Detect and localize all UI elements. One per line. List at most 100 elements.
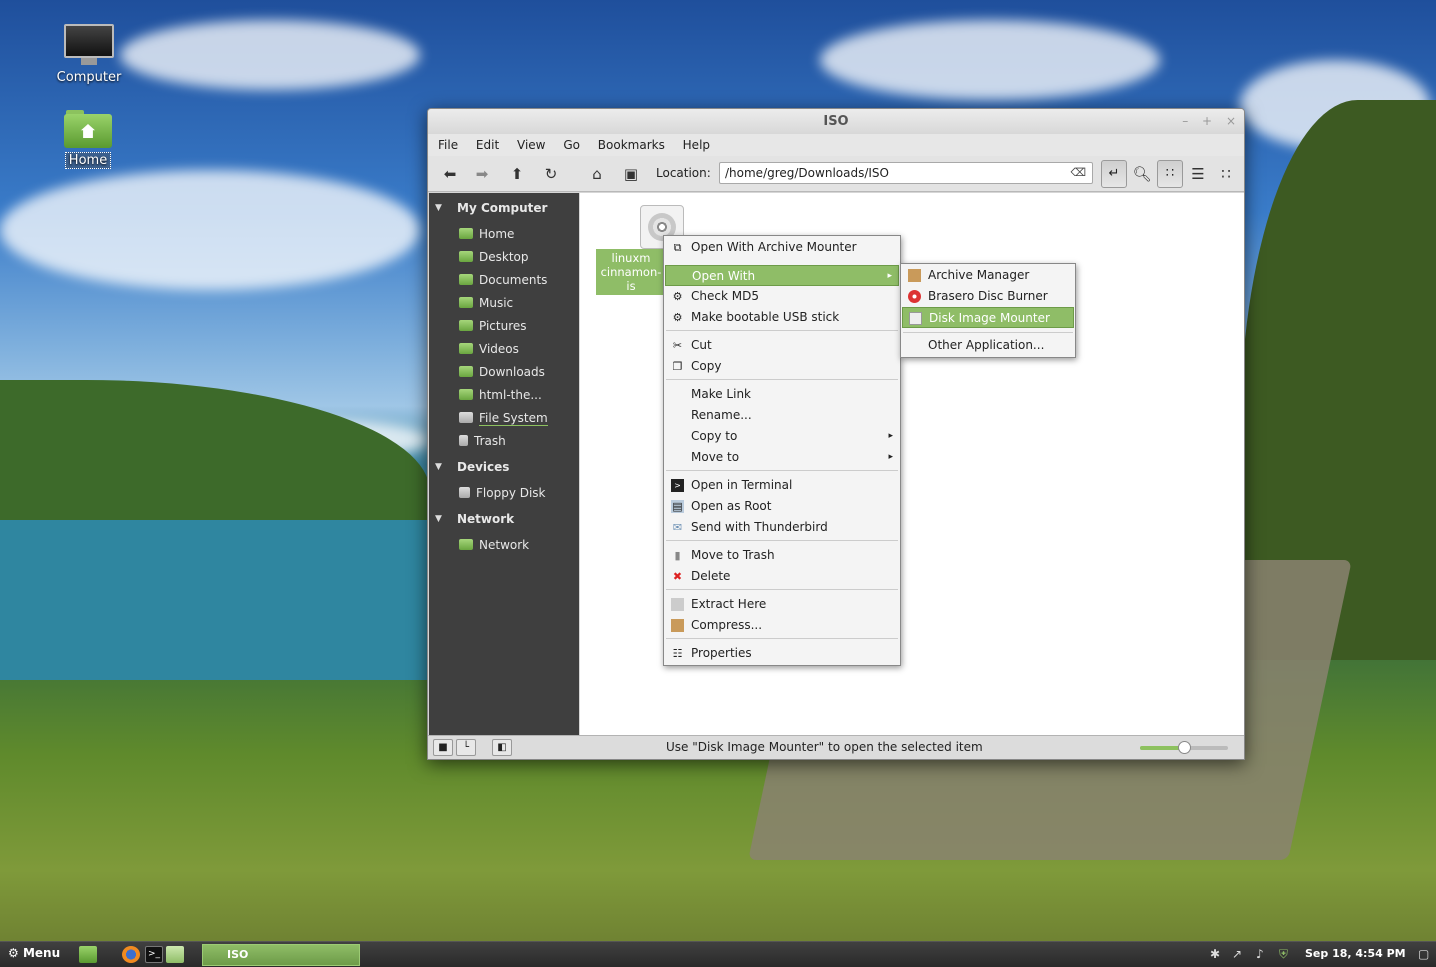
menu-view[interactable]: View (517, 138, 545, 152)
menu-item-copy-to[interactable]: Copy to ▸ (665, 426, 899, 447)
sidebar-item-music[interactable]: Music (459, 294, 513, 312)
menu-item-open-with-archive-mounter[interactable]: ⧉ Open With Archive Mounter (665, 237, 899, 258)
menu-item-label: Check MD5 (691, 289, 759, 303)
minimize-button[interactable]: – (1182, 114, 1188, 128)
computer-icon[interactable]: ▣ (620, 164, 642, 184)
desktop-icon-home[interactable]: Home (43, 108, 133, 169)
sidebar-item-home[interactable]: Home (459, 225, 514, 243)
menu-item-send-with-thunderbird[interactable]: ✉ Send with Thunderbird (665, 517, 899, 538)
file-label-line: cinnamon- (600, 265, 662, 279)
titlebar[interactable]: ISO – + × (428, 109, 1244, 134)
list-view-icon[interactable]: ☰ (1187, 164, 1209, 184)
menu-item-move-to-trash[interactable]: ▮ Move to Trash (665, 545, 899, 566)
submenu-item-disk-image-mounter[interactable]: Disk Image Mounter (902, 307, 1074, 328)
menu-item-move-to[interactable]: Move to ▸ (665, 447, 899, 468)
sidebar: ▼ My Computer Home Desktop Documents Mus… (429, 193, 579, 735)
start-menu-button[interactable]: ⚙ Menu (8, 946, 60, 960)
home-icon[interactable]: ⌂ (586, 164, 608, 184)
menu-item-copy[interactable]: ❐ Copy (665, 356, 899, 377)
volume-icon[interactable]: ♪ (1256, 947, 1264, 961)
sidebar-item-file-system[interactable]: File System (459, 409, 548, 427)
menu-item-rename[interactable]: Rename... (665, 405, 899, 426)
collapse-arrow-icon[interactable]: ▼ (435, 462, 442, 472)
cloud (120, 20, 420, 90)
sidebar-item-downloads[interactable]: Downloads (459, 363, 545, 381)
folder-icon (459, 251, 473, 262)
maximize-button[interactable]: + (1202, 114, 1212, 128)
sidebar-item-network[interactable]: Network (459, 536, 529, 554)
show-desktop-icon[interactable] (79, 946, 97, 963)
location-input[interactable]: /home/greg/Downloads/ISO ⌫ (719, 162, 1093, 184)
sidebar-item-pictures[interactable]: Pictures (459, 317, 527, 335)
compact-view-icon[interactable]: ∷ (1215, 164, 1237, 184)
menu-item-make-link[interactable]: Make Link (665, 384, 899, 405)
menu-item-label: Brasero Disc Burner (928, 289, 1048, 303)
menu-item-label: Disk Image Mounter (929, 311, 1050, 325)
collapse-arrow-icon[interactable]: ▼ (435, 203, 442, 213)
open-with-submenu: Archive Manager Brasero Disc Burner Disk… (900, 263, 1076, 358)
menu-file[interactable]: File (438, 138, 458, 152)
toggle-location-button[interactable]: ↵ (1101, 160, 1127, 188)
menu-item-delete[interactable]: ✖ Delete (665, 566, 899, 587)
menu-go[interactable]: Go (563, 138, 580, 152)
folder-icon (459, 297, 473, 308)
collapse-arrow-icon[interactable]: ▼ (435, 514, 442, 524)
up-icon[interactable]: ⬆ (506, 164, 528, 184)
clock[interactable]: Sep 18, 4:54 PM (1305, 947, 1406, 960)
forward-icon[interactable]: ➡ (471, 164, 493, 184)
menu-item-open-as-root[interactable]: ▤ Open as Root (665, 496, 899, 517)
sidebar-item-videos[interactable]: Videos (459, 340, 519, 358)
menu-item-make-bootable-usb[interactable]: ⚙ Make bootable USB stick (665, 307, 899, 328)
file-manager-icon[interactable] (166, 946, 184, 963)
places-icon[interactable]: ■ (433, 739, 453, 756)
terminal-icon[interactable]: >_ (145, 946, 163, 963)
submenu-item-brasero[interactable]: Brasero Disc Burner (902, 286, 1074, 307)
bluetooth-icon[interactable]: ✱ (1210, 947, 1220, 961)
menu-bookmarks[interactable]: Bookmarks (598, 138, 665, 152)
close-button[interactable]: × (1226, 114, 1236, 128)
icon-view-button[interactable]: ∷ (1157, 160, 1183, 188)
network-icon[interactable]: ↗ (1232, 947, 1242, 961)
menu-item-compress[interactable]: Compress... (665, 615, 899, 636)
clear-icon[interactable]: ⌫ (1070, 163, 1086, 183)
menu-separator (666, 540, 898, 541)
window-title: ISO (823, 114, 849, 129)
zoom-knob[interactable] (1178, 741, 1191, 754)
copy-icon: ❐ (672, 360, 683, 373)
menu-item-open-with[interactable]: Open With ▸ (665, 265, 899, 286)
taskbar-window-label: ISO (227, 948, 249, 961)
menu-edit[interactable]: Edit (476, 138, 499, 152)
home-folder-icon (64, 108, 112, 148)
menu-item-cut[interactable]: ✂ Cut (665, 335, 899, 356)
submenu-item-archive-manager[interactable]: Archive Manager (902, 265, 1074, 286)
menu-item-extract-here[interactable]: Extract Here (665, 594, 899, 615)
refresh-icon[interactable]: ↻ (540, 164, 562, 184)
back-icon[interactable]: ⬅ (439, 164, 461, 184)
menu-item-open-in-terminal[interactable]: > Open in Terminal (665, 475, 899, 496)
menu-separator (666, 379, 898, 380)
menu-item-check-md5[interactable]: ⚙ Check MD5 (665, 286, 899, 307)
menu-item-properties[interactable]: ☷ Properties (665, 643, 899, 664)
tree-icon[interactable]: └ (456, 739, 476, 756)
menu-item-label: Cut (691, 338, 712, 352)
search-icon[interactable]: 🔍︎ (1131, 164, 1153, 184)
submenu-item-other-application[interactable]: Other Application... (902, 335, 1074, 356)
sidebar-item-desktop[interactable]: Desktop (459, 248, 529, 266)
menu-help[interactable]: Help (683, 138, 710, 152)
sidebar-item-html-the[interactable]: html-the... (459, 386, 542, 404)
zoom-slider[interactable] (1140, 741, 1228, 754)
desktop-icon-computer[interactable]: Computer (44, 24, 134, 85)
sidebar-section-my-computer: My Computer (457, 201, 548, 215)
sidebar-item-documents[interactable]: Documents (459, 271, 547, 289)
hill (0, 380, 430, 520)
file-label-line: is (626, 279, 636, 293)
taskbar-window-iso[interactable]: ISO (202, 944, 360, 966)
gear-icon: ⚙ (672, 290, 683, 303)
sidebar-item-trash[interactable]: Trash (459, 432, 506, 450)
toggle-sidebar-icon[interactable]: ◧ (492, 739, 512, 756)
file-label[interactable]: linuxm cinnamon- is (596, 249, 666, 295)
workspace-icon[interactable]: ▢ (1418, 947, 1429, 961)
firefox-icon[interactable] (122, 946, 140, 963)
update-shield-icon[interactable]: ⛨ (1279, 947, 1288, 962)
sidebar-item-floppy-disk[interactable]: Floppy Disk (459, 484, 546, 502)
